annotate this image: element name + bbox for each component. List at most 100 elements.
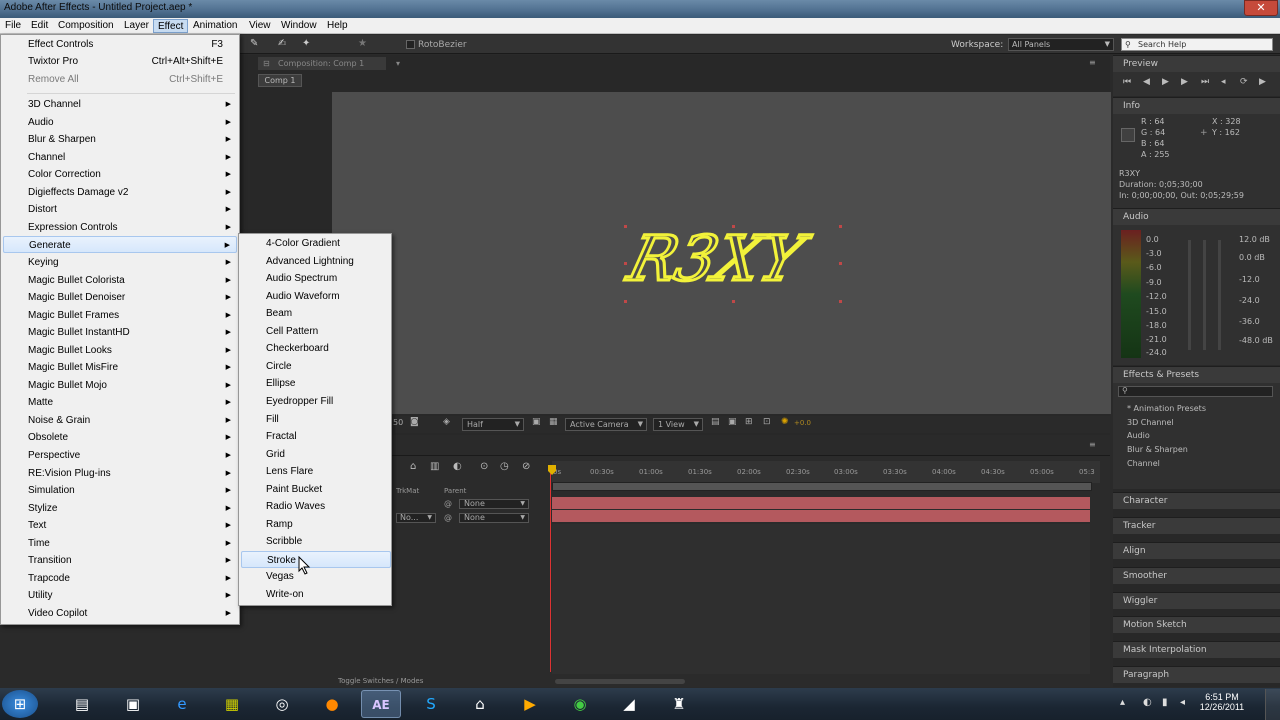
menu-item-generate-effect[interactable]: Beam: [241, 305, 391, 322]
prev-frame-icon[interactable]: ◀: [1143, 77, 1150, 87]
panel-mask-interpolation[interactable]: Mask Interpolation: [1113, 641, 1280, 658]
effects-list-item[interactable]: Blur & Sharpen: [1127, 445, 1188, 454]
toggle-switches-modes[interactable]: Toggle Switches / Modes: [338, 677, 428, 686]
menu-item-category[interactable]: Distort ▶: [3, 201, 237, 218]
panel-audio-header[interactable]: Audio: [1113, 208, 1280, 225]
play-icon[interactable]: ▶: [1162, 77, 1169, 87]
motion-blur-icon[interactable]: ⊙: [480, 461, 488, 472]
menu-item-category[interactable]: Perspective ▶: [3, 447, 237, 464]
effects-list-item[interactable]: * Animation Presets: [1127, 404, 1206, 413]
layer-duration-bar[interactable]: [552, 497, 1090, 509]
playhead[interactable]: [550, 470, 551, 672]
panel-paragraph[interactable]: Paragraph: [1113, 666, 1280, 683]
menu-item-category[interactable]: Magic Bullet MisFire ▶: [3, 359, 237, 376]
menu-item-generate-effect[interactable]: Ramp: [241, 516, 391, 533]
tray-icon[interactable]: ◐: [1143, 697, 1152, 708]
menu-view[interactable]: View: [245, 19, 275, 33]
menu-item-generate-effect[interactable]: Grid: [241, 446, 391, 463]
menu-item-category[interactable]: Keying ▶: [3, 254, 237, 271]
menu-item-category[interactable]: Digieffects Damage v2 ▶: [3, 184, 237, 201]
menu-item-generate-effect[interactable]: Eyedropper Fill: [241, 393, 391, 410]
menu-item-category[interactable]: Color Correction ▶: [3, 166, 237, 183]
skype-icon[interactable]: S: [411, 690, 451, 718]
menu-item-generate-effect[interactable]: Advanced Lightning: [241, 253, 391, 270]
panel-motion-sketch[interactable]: Motion Sketch: [1113, 616, 1280, 633]
star-icon[interactable]: ★: [358, 38, 367, 49]
show-desktop-button[interactable]: [1265, 689, 1280, 720]
flowchart-icon[interactable]: ⊡: [763, 417, 771, 427]
audio-icon[interactable]: ◂: [1221, 77, 1226, 87]
menu-edit[interactable]: Edit: [27, 19, 52, 33]
panel-tracker[interactable]: Tracker: [1113, 517, 1280, 534]
network-icon[interactable]: ▮: [1162, 697, 1168, 708]
menu-layer[interactable]: Layer: [120, 19, 153, 33]
menu-item-category[interactable]: Magic Bullet Looks ▶: [3, 342, 237, 359]
media-center-icon[interactable]: ▣: [113, 690, 153, 718]
panel-effects-presets-header[interactable]: Effects & Presets: [1113, 366, 1280, 383]
views-select[interactable]: 1 View ▼: [653, 418, 703, 431]
menu-item-generate-effect[interactable]: Cell Pattern: [241, 323, 391, 340]
menu-item-category[interactable]: Transition ▶: [3, 552, 237, 569]
menu-item-category[interactable]: Expression Controls ▶: [3, 219, 237, 236]
menu-item-category[interactable]: Utility ▶: [3, 587, 237, 604]
menu-item-generate-effect[interactable]: Checkerboard: [241, 340, 391, 357]
clock-icon[interactable]: ⊘: [522, 461, 530, 472]
tab-composition[interactable]: ⊟ Composition: Comp 1 ▾: [258, 57, 400, 70]
effects-list-item[interactable]: 3D Channel: [1127, 418, 1174, 427]
menu-item-generate-effect[interactable]: Vegas: [241, 568, 391, 585]
timeline-track-area[interactable]: [552, 524, 1090, 674]
menu-item-category[interactable]: Matte ▶: [3, 394, 237, 411]
program-icon[interactable]: ⌂: [460, 690, 500, 718]
menu-item-category[interactable]: RE:Vision Plug-ins ▶: [3, 465, 237, 482]
timeline-menu-icon[interactable]: ≡: [1089, 440, 1096, 449]
menu-item-generate-effect[interactable]: Scribble: [241, 533, 391, 550]
internet-explorer-icon[interactable]: e: [162, 690, 202, 718]
effects-search-input[interactable]: ⚲: [1118, 386, 1273, 397]
system-clock[interactable]: 6:51 PM 12/26/2011: [1197, 692, 1247, 712]
menu-item-generate-effect[interactable]: Radio Waves: [241, 498, 391, 515]
menu-item-category[interactable]: Obsolete ▶: [3, 429, 237, 446]
menu-file[interactable]: File: [1, 19, 25, 33]
mode-select[interactable]: No... ▼: [396, 513, 436, 523]
program-icon[interactable]: ◢: [609, 690, 649, 718]
camera-select[interactable]: Active Camera ▼: [565, 418, 647, 431]
panel-menu-icon[interactable]: ≡: [1089, 58, 1096, 67]
zoom-value[interactable]: 50: [393, 418, 403, 427]
menu-item-generate-effect[interactable]: Fill: [241, 411, 391, 428]
menu-item-category[interactable]: Stylize ▶: [3, 500, 237, 517]
parent-pickwhip-icon[interactable]: @: [444, 499, 452, 508]
brush-tool-icon[interactable]: ✍: [278, 38, 286, 49]
menu-window[interactable]: Window: [277, 19, 321, 33]
menu-item-category[interactable]: Magic Bullet Denoiser ▶: [3, 289, 237, 306]
work-area-bar[interactable]: [552, 482, 1092, 491]
last-frame-icon[interactable]: ⏭: [1201, 77, 1209, 87]
menu-item-category[interactable]: 3D Channel ▶: [3, 96, 237, 113]
layer-duration-bar[interactable]: [552, 510, 1090, 522]
parent-pickwhip-icon[interactable]: @: [444, 513, 452, 522]
menu-item-category[interactable]: Noise & Grain ▶: [3, 412, 237, 429]
panel-info-header[interactable]: Info: [1113, 97, 1280, 114]
workspace-select[interactable]: All Panels ▼: [1008, 38, 1114, 51]
menu-item-generate-effect[interactable]: Paint Bucket: [241, 481, 391, 498]
color-channel-icon[interactable]: ◈: [443, 417, 450, 427]
menu-item-category[interactable]: Magic Bullet Mojo ▶: [3, 377, 237, 394]
start-button[interactable]: ⊞: [2, 690, 38, 718]
menu-item-remove-all[interactable]: Remove All Ctrl+Shift+E: [3, 71, 237, 88]
menu-item-generate-effect[interactable]: Circle: [241, 358, 391, 375]
panel-character[interactable]: Character: [1113, 492, 1280, 509]
comp-breadcrumb[interactable]: Comp 1: [258, 74, 302, 87]
draft3d-icon[interactable]: ▥: [430, 461, 439, 472]
shy-icon[interactable]: ◐: [453, 461, 462, 472]
audio-slider-track[interactable]: [1218, 240, 1221, 350]
timeline-zoom-slider[interactable]: [555, 679, 685, 684]
parent-select[interactable]: None ▼: [459, 513, 529, 523]
menu-item-generate-effect[interactable]: Fractal: [241, 428, 391, 445]
rotobezier-checkbox[interactable]: [406, 40, 415, 49]
resolution-select[interactable]: Half ▼: [462, 418, 524, 431]
media-player-icon[interactable]: ▶: [510, 690, 550, 718]
menu-item-category[interactable]: Trapcode ▶: [3, 570, 237, 587]
panel-smoother[interactable]: Smoother: [1113, 567, 1280, 584]
menu-item-twixtor-pro[interactable]: Twixtor Pro Ctrl+Alt+Shift+E: [3, 53, 237, 70]
loop-icon[interactable]: ⟳: [1240, 77, 1248, 87]
parent-select[interactable]: None ▼: [459, 499, 529, 509]
